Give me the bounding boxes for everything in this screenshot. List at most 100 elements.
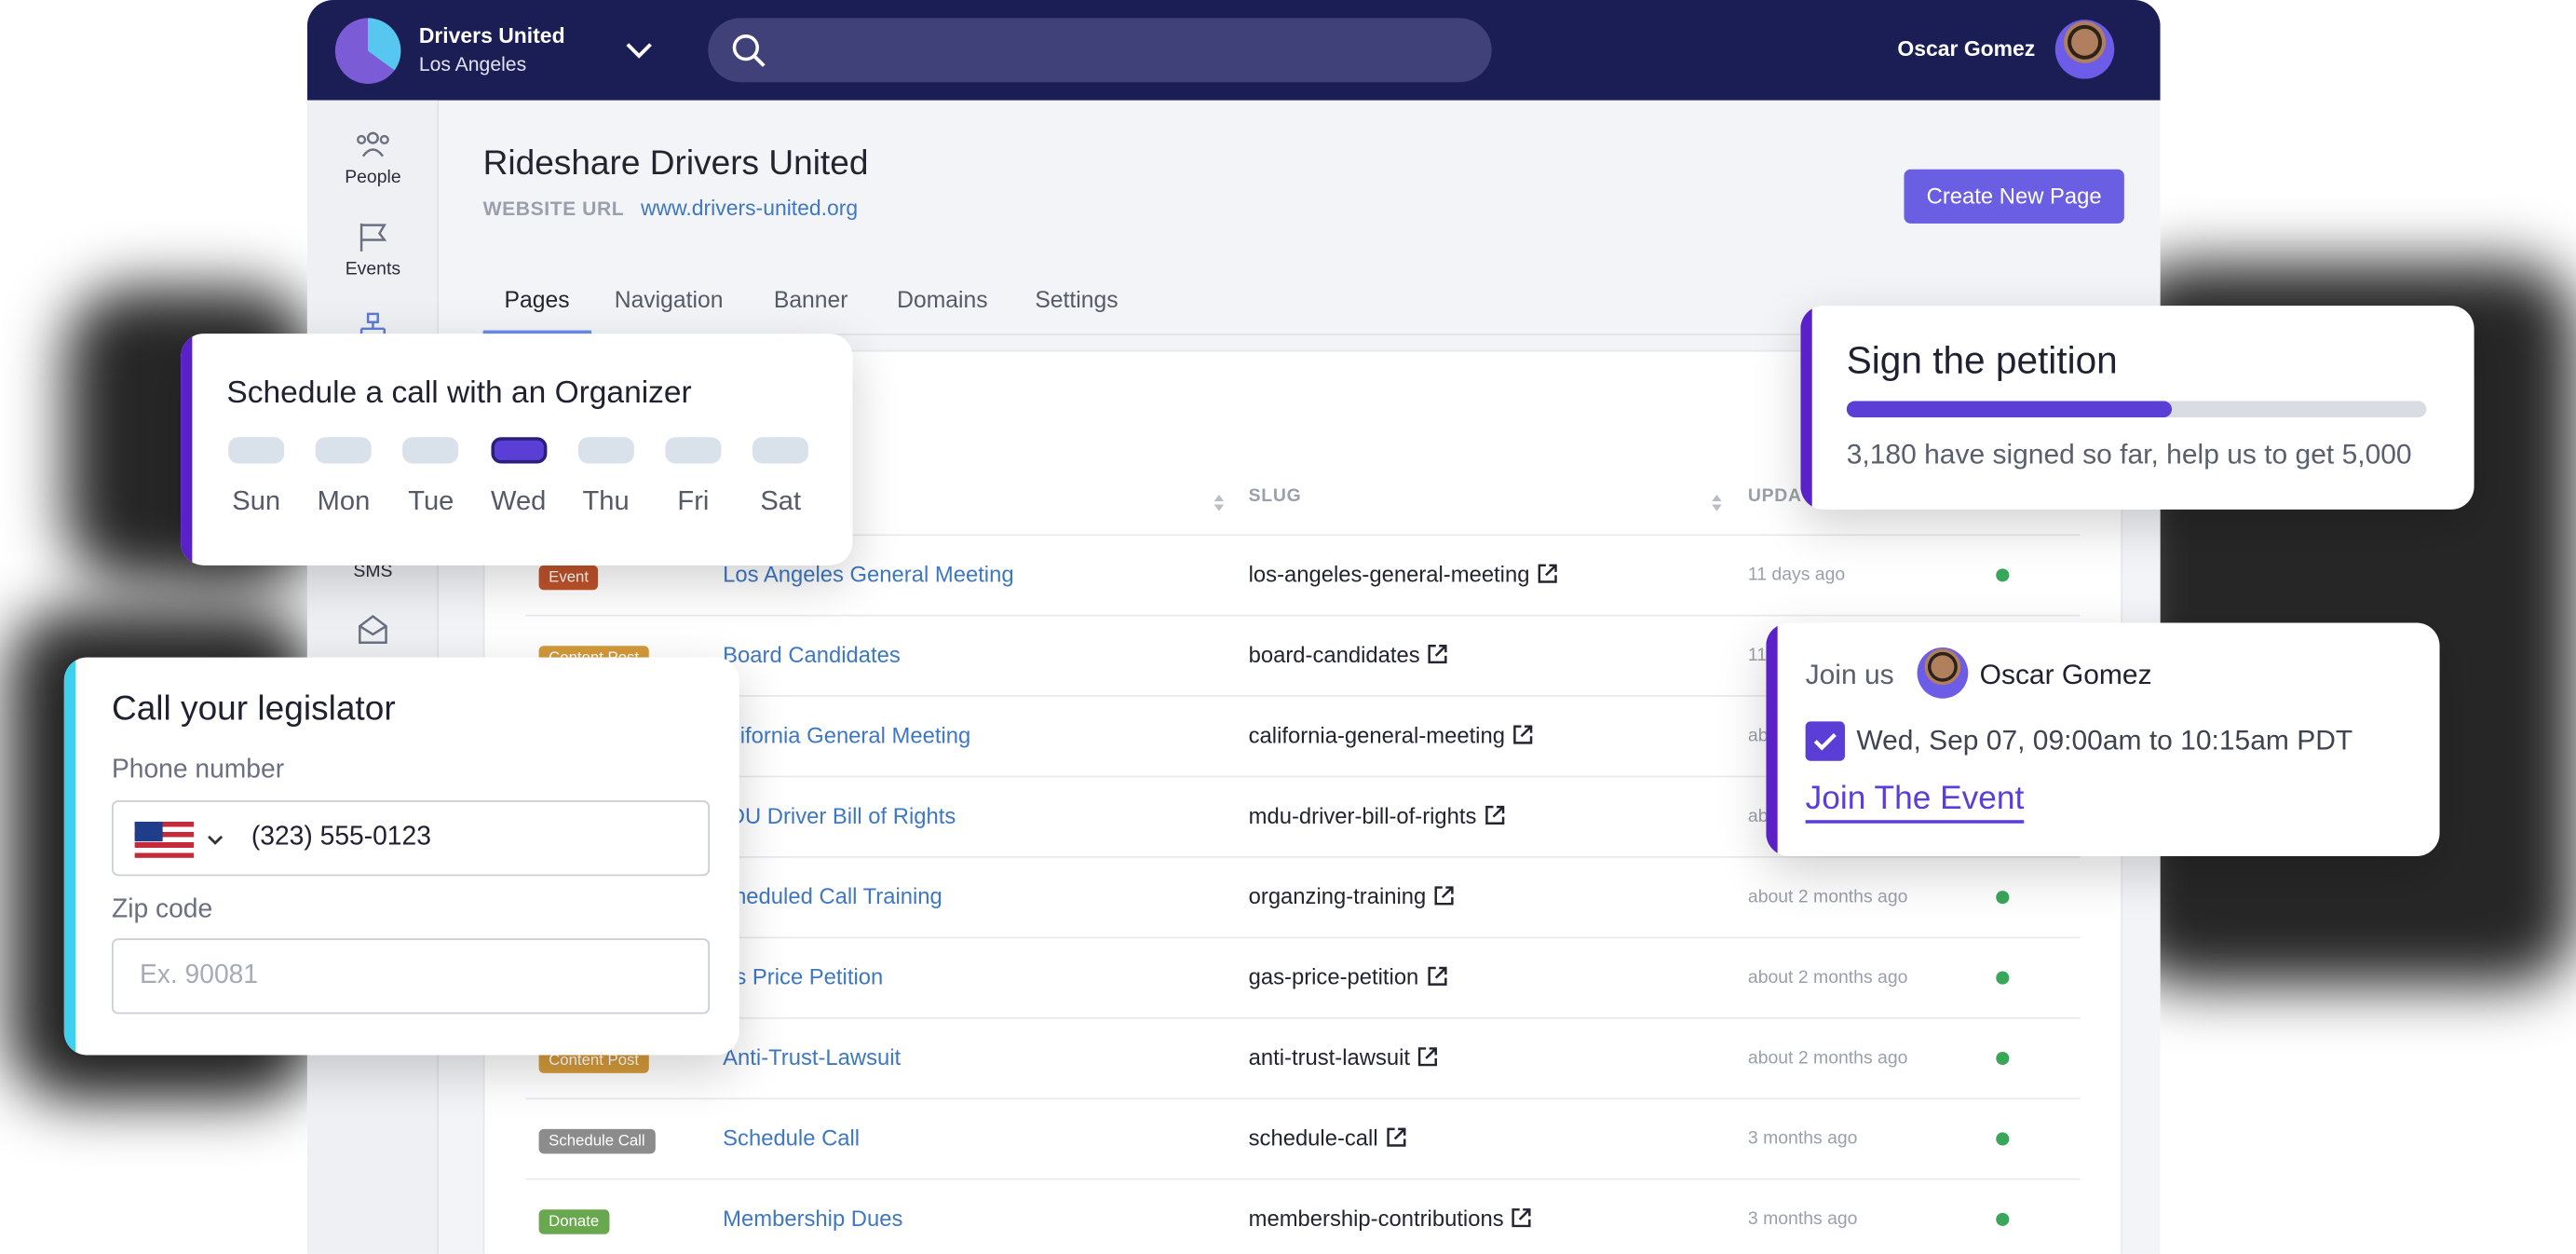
sidebar-item-label: People: [345, 167, 401, 188]
external-link-icon[interactable]: [1427, 643, 1450, 666]
zip-label: Zip code: [111, 895, 213, 924]
page-slug[interactable]: schedule-call: [1248, 1125, 1408, 1151]
tab-pages[interactable]: Pages: [505, 286, 570, 312]
external-link-icon[interactable]: [1511, 1206, 1534, 1230]
org-name[interactable]: Drivers United: [419, 23, 565, 48]
create-new-page-button[interactable]: Create New Page: [1904, 169, 2124, 224]
page-title-link[interactable]: Los Angeles General Meeting: [723, 562, 1013, 586]
published-status-icon: [1996, 891, 2010, 905]
table-row[interactable]: Content Post Anti-Trust-Lawsuit anti-trust…: [525, 1016, 2081, 1097]
website-url-link[interactable]: www.drivers-united.org: [641, 196, 858, 220]
join-event-card: Join us Oscar Gomez Wed, Sep 07, 09:00am…: [1766, 622, 2440, 857]
page-title-link[interactable]: Schedule Call: [723, 1125, 860, 1150]
us-flag-icon[interactable]: [134, 822, 195, 858]
page-title-link[interactable]: alifornia General Meeting: [723, 723, 970, 747]
table-row[interactable]: cheduled Call Training organzing-training…: [525, 856, 2081, 936]
updated-time: about 2 months ago: [1747, 887, 1908, 907]
petition-progress-bar: [1846, 401, 2427, 418]
card-accent: [1766, 622, 1778, 857]
column-header-updated[interactable]: UPDA: [1748, 486, 1802, 506]
slug-text: gas-price-petition: [1248, 964, 1419, 989]
page-title-link[interactable]: as Price Petition: [723, 964, 883, 988]
mail-icon: [359, 614, 387, 644]
tab-navigation[interactable]: Navigation: [615, 286, 724, 312]
call-card-title: Call your legislator: [111, 689, 396, 729]
page-slug[interactable]: mdu-driver-bill-of-rights: [1249, 804, 1507, 828]
card-accent: [63, 657, 76, 1056]
slug-text: schedule-call: [1248, 1125, 1378, 1151]
checkbox[interactable]: [1805, 721, 1845, 761]
column-header-slug[interactable]: SLUG: [1249, 486, 1302, 506]
external-link-icon[interactable]: [1484, 804, 1507, 827]
day-label: Wed: [491, 486, 547, 516]
host-avatar: [1917, 647, 1969, 699]
zip-field[interactable]: Ex. 90081: [111, 938, 711, 1015]
day-label: Sun: [232, 486, 281, 516]
page-slug[interactable]: membership-contributions: [1249, 1206, 1534, 1231]
page-title: Rideshare Drivers United: [482, 144, 869, 183]
day-label: Mon: [317, 486, 371, 516]
external-link-icon[interactable]: [1417, 1045, 1440, 1069]
page-title-link[interactable]: Membership Dues: [723, 1206, 902, 1231]
sort-icon[interactable]: [1213, 493, 1226, 512]
external-link-icon[interactable]: [1385, 1125, 1408, 1149]
page-title-link[interactable]: Board Candidates: [723, 643, 901, 667]
top-bar: Drivers United Los Angeles Oscar Gomez: [306, 0, 2161, 101]
tab-settings[interactable]: Settings: [1035, 286, 1118, 312]
published-status-icon: [1996, 568, 2010, 582]
tab-domains[interactable]: Domains: [897, 286, 987, 312]
host-name: Oscar Gomez: [1979, 659, 2152, 690]
day-option-mon[interactable]: [316, 437, 372, 464]
page-slug[interactable]: california-general-meeting: [1249, 723, 1535, 748]
page-title-link[interactable]: Anti-Trust-Lawsuit: [723, 1045, 901, 1070]
search-input[interactable]: [708, 18, 1492, 83]
join-event-link[interactable]: Join The Event: [1805, 781, 2025, 824]
phone-field[interactable]: (323) 555-0123: [111, 800, 711, 877]
table-row[interactable]: as Price Petition gas-price-petition about…: [525, 936, 2081, 1016]
page-title-link[interactable]: IDU Driver Bill of Rights: [723, 804, 956, 828]
external-link-icon[interactable]: [1512, 723, 1535, 746]
page-slug[interactable]: board-candidates: [1249, 643, 1450, 667]
table-row[interactable]: Schedule Call Schedule Call schedule-call 3…: [525, 1097, 2081, 1178]
day-option-thu[interactable]: [577, 437, 634, 464]
day-label: Fri: [677, 486, 710, 516]
sidebar-item-events[interactable]: Events: [307, 220, 439, 279]
user-name[interactable]: Oscar Gomez: [1897, 36, 2035, 61]
updated-time: 11: [1747, 646, 1768, 666]
day-option-fri[interactable]: [665, 437, 722, 464]
day-option-sun[interactable]: [228, 437, 285, 464]
check-icon: [1813, 733, 1837, 751]
day-option-tue[interactable]: [402, 437, 459, 464]
call-legislator-card: Call your legislator Phone number (323) …: [63, 657, 739, 1056]
page-title-link[interactable]: cheduled Call Training: [723, 884, 942, 908]
sidebar-item-people[interactable]: People: [307, 129, 439, 188]
published-status-icon: [1996, 1051, 2010, 1066]
sidebar-item-label: Events: [345, 259, 401, 279]
day-option-wed[interactable]: [490, 437, 547, 464]
day-label: Sat: [760, 486, 802, 516]
page-slug[interactable]: anti-trust-lawsuit: [1249, 1045, 1440, 1070]
external-link-icon[interactable]: [1537, 562, 1560, 585]
slug-text: board-candidates: [1248, 642, 1420, 668]
tab-banner[interactable]: Banner: [774, 286, 848, 312]
avatar[interactable]: [2054, 20, 2115, 79]
chevron-down-icon[interactable]: [623, 33, 656, 65]
card-accent: [1800, 306, 1812, 510]
join-label: Join us: [1805, 659, 1894, 690]
external-link-icon[interactable]: [1432, 884, 1456, 907]
day-option-sat[interactable]: [752, 437, 809, 464]
sort-icon[interactable]: [1710, 493, 1723, 512]
people-icon: [357, 131, 389, 157]
table-row[interactable]: Donate Membership Dues membership-contribu…: [525, 1178, 2081, 1254]
sidebar-item-email[interactable]: [307, 613, 439, 652]
zip-placeholder: Ex. 90081: [139, 961, 259, 989]
schedule-card-title: Schedule a call with an Organizer: [226, 375, 692, 411]
page-slug[interactable]: gas-price-petition: [1248, 964, 1448, 989]
chevron-down-icon[interactable]: [206, 830, 225, 850]
petition-subtitle: 3,180 have signed so far, help us to get…: [1846, 438, 2412, 470]
page-slug[interactable]: organzing-training: [1249, 884, 1456, 908]
org-logo[interactable]: [334, 18, 401, 84]
external-link-icon[interactable]: [1425, 964, 1448, 988]
page-slug[interactable]: los-angeles-general-meeting: [1249, 562, 1560, 587]
updated-time: 11 days ago: [1747, 565, 1846, 585]
